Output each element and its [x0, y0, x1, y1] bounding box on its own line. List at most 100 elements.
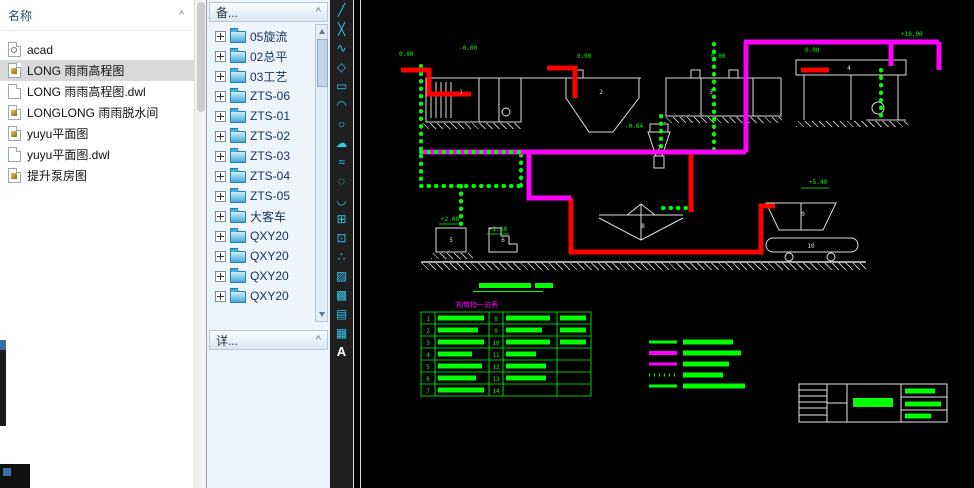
- arc-tool-icon[interactable]: ◠: [330, 95, 353, 114]
- collapse-icon[interactable]: ^: [316, 334, 321, 346]
- palette-bottom-header-label: 详...: [216, 333, 239, 348]
- file-row-long-elevation-dwl[interactable]: LONG 雨雨高程图.dwl: [0, 81, 194, 102]
- file-panel-scrollbar[interactable]: [194, 0, 206, 488]
- palette-top-header-label: 备...: [216, 5, 239, 20]
- insert-block-tool-icon[interactable]: ⊞: [330, 209, 353, 228]
- file-row-yuyu-plan[interactable]: yuyu平面图: [0, 123, 194, 144]
- gradient-tool-icon[interactable]: ▩: [330, 285, 353, 304]
- tree-item-0[interactable]: 05旋流: [209, 26, 313, 46]
- tree-item-8[interactable]: ZTS-05: [209, 186, 313, 206]
- scroll-up-icon[interactable]: [319, 29, 325, 34]
- expand-icon[interactable]: [215, 70, 226, 82]
- rectangle-tool-icon[interactable]: ▭: [330, 76, 353, 95]
- palette-top-header[interactable]: 备... ^: [209, 2, 328, 22]
- svg-text:3: 3: [426, 340, 430, 347]
- tree-item-13[interactable]: QXY20: [209, 286, 313, 306]
- expand-icon[interactable]: [215, 130, 226, 142]
- file-name: LONG 雨雨高程图: [27, 64, 125, 78]
- line-tool-icon[interactable]: ╱: [330, 0, 353, 19]
- expand-icon[interactable]: [215, 50, 226, 62]
- palette-bottom-header[interactable]: 详... ^: [209, 330, 328, 350]
- svg-text:+10.00: +10.00: [901, 31, 923, 38]
- scrollbar-thumb[interactable]: [197, 2, 205, 112]
- folder-icon: [230, 28, 246, 43]
- dwg-file-icon: [8, 168, 21, 183]
- file-row-yuyu-plan-dwl[interactable]: yuyu平面图.dwl: [0, 144, 194, 165]
- sort-ascending-icon[interactable]: ^: [179, 9, 184, 21]
- expand-icon[interactable]: [215, 270, 226, 282]
- collapse-icon[interactable]: ^: [316, 6, 321, 18]
- file-row-acad[interactable]: acad: [0, 39, 194, 60]
- green-leader-lines: [439, 39, 929, 235]
- taskbar-corner-box[interactable]: [0, 464, 30, 488]
- expand-icon[interactable]: [215, 150, 226, 162]
- file-list-header[interactable]: 名称 ^: [0, 0, 194, 31]
- spline-tool-icon[interactable]: ≈: [330, 152, 353, 171]
- tree-item-7[interactable]: ZTS-04: [209, 166, 313, 186]
- expand-icon[interactable]: [215, 170, 226, 182]
- tree-item-label: 02总平: [250, 49, 288, 64]
- scrollbar-thumb[interactable]: [317, 39, 328, 87]
- svg-text:14: 14: [492, 388, 500, 395]
- revision-cloud-tool-icon[interactable]: ☁: [330, 133, 353, 152]
- palette-resize-divider[interactable]: [353, 0, 361, 488]
- tree-item-4[interactable]: ZTS-01: [209, 106, 313, 126]
- polygon-tool-icon[interactable]: ◇: [330, 57, 353, 76]
- folder-icon: [230, 148, 246, 163]
- tree-item-1[interactable]: 02总平: [209, 46, 313, 66]
- expand-icon[interactable]: [215, 290, 226, 302]
- file-row-pump-station[interactable]: 提升泵房图: [0, 165, 194, 186]
- point-tool-icon[interactable]: ∴: [330, 247, 353, 266]
- tree-item-label: 05旋流: [250, 29, 288, 44]
- folder-icon: [230, 68, 246, 83]
- cad-canvas[interactable]: 0.00 -0.00 0.00 0.00 0.00 +10.00 +5.40 +…: [361, 0, 974, 488]
- file-rows: acad LONG 雨雨高程图 LONG 雨雨高程图.dwl LONGLONG …: [0, 39, 194, 186]
- svg-text:8: 8: [641, 223, 645, 230]
- folder-icon: [230, 288, 246, 303]
- tree-item-9[interactable]: 大客车: [209, 206, 313, 226]
- expand-icon[interactable]: [215, 250, 226, 262]
- polyline-tool-icon[interactable]: ∿: [330, 38, 353, 57]
- ellipse-tool-icon[interactable]: ◌: [330, 171, 353, 190]
- expand-icon[interactable]: [215, 110, 226, 122]
- svg-text:8: 8: [494, 316, 498, 323]
- dwg-file-icon: [8, 126, 21, 141]
- expand-icon[interactable]: [215, 230, 226, 242]
- table-text-bars: [438, 315, 586, 393]
- folder-icon: [230, 128, 246, 143]
- tree-item-5[interactable]: ZTS-02: [209, 126, 313, 146]
- table-tool-icon[interactable]: ▦: [330, 323, 353, 342]
- tree-item-10[interactable]: QXY20: [209, 226, 313, 246]
- file-row-long-elevation[interactable]: LONG 雨雨高程图: [0, 60, 194, 81]
- expand-icon[interactable]: [215, 210, 226, 222]
- tree-item-2[interactable]: 03工艺: [209, 66, 313, 86]
- multiline-text-tool-icon[interactable]: A: [330, 342, 353, 361]
- title-block: [798, 383, 948, 423]
- tree-item-3[interactable]: ZTS-06: [209, 86, 313, 106]
- tree-item-6[interactable]: ZTS-03: [209, 146, 313, 166]
- file-name: 提升泵房图: [27, 169, 88, 183]
- docked-palette-edge[interactable]: [0, 340, 6, 426]
- cad-drawing[interactable]: 0.00 -0.00 0.00 0.00 0.00 +10.00 +5.40 +…: [361, 0, 974, 488]
- tree-item-12[interactable]: QXY20: [209, 266, 313, 286]
- make-block-tool-icon[interactable]: ⊡: [330, 228, 353, 247]
- expand-icon[interactable]: [215, 30, 226, 42]
- hatch-tool-icon[interactable]: ▨: [330, 266, 353, 285]
- circle-tool-icon[interactable]: ○: [330, 114, 353, 133]
- folder-icon: [230, 268, 246, 283]
- region-tool-icon[interactable]: ▤: [330, 304, 353, 323]
- svg-text:0.00: 0.00: [805, 47, 820, 54]
- svg-text:7: 7: [657, 145, 661, 152]
- structures-table: 构筑物一览表 1 2 3 4 5 6 7 8 9 10 11 12 13 14: [420, 300, 592, 397]
- palette-scrollbar[interactable]: [315, 24, 328, 322]
- tree-item-11[interactable]: QXY20: [209, 246, 313, 266]
- svg-text:9: 9: [801, 211, 805, 218]
- scroll-down-icon[interactable]: [319, 312, 325, 317]
- ellipse-arc-tool-icon[interactable]: ◡: [330, 190, 353, 209]
- expand-icon[interactable]: [215, 90, 226, 102]
- acad-file-icon: [8, 42, 21, 57]
- expand-icon[interactable]: [215, 190, 226, 202]
- svg-text:+2.00: +2.00: [441, 216, 459, 223]
- construction-line-tool-icon[interactable]: ╳: [330, 19, 353, 38]
- file-row-longlong-dewater[interactable]: LONGLONG 雨雨脱水间: [0, 102, 194, 123]
